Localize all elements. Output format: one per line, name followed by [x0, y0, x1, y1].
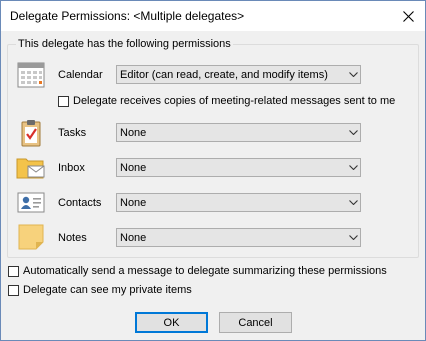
- private-items-checkbox-row[interactable]: Delegate can see my private items: [8, 284, 192, 296]
- chevron-down-icon: [346, 66, 360, 83]
- chevron-down-icon: [346, 124, 360, 141]
- title-bar: Delegate Permissions: <Multiple delegate…: [1, 1, 425, 31]
- contacts-label: Contacts: [58, 197, 102, 209]
- auto-summary-checkbox-row[interactable]: Automatically send a message to delegate…: [8, 265, 387, 277]
- chevron-down-icon: [346, 159, 360, 176]
- cancel-button[interactable]: Cancel: [219, 312, 292, 333]
- meeting-copies-label: Delegate receives copies of meeting-rela…: [73, 95, 396, 107]
- dialog-title: Delegate Permissions: <Multiple delegate…: [10, 9, 245, 23]
- tasks-label: Tasks: [58, 127, 87, 139]
- private-items-label: Delegate can see my private items: [23, 284, 192, 296]
- contact-card-icon: [15, 186, 47, 218]
- contacts-permission-value: None: [120, 196, 147, 209]
- auto-summary-label: Automatically send a message to delegate…: [23, 265, 387, 277]
- permissions-group-label: This delegate has the following permissi…: [16, 38, 233, 50]
- meeting-copies-checkbox[interactable]: [58, 95, 69, 107]
- private-items-checkbox[interactable]: [8, 284, 19, 296]
- contacts-permission-dropdown[interactable]: None: [116, 193, 361, 212]
- notes-permission-dropdown[interactable]: None: [116, 228, 361, 247]
- delegate-permissions-dialog: Delegate Permissions: <Multiple delegate…: [0, 0, 426, 341]
- chevron-down-icon: [346, 229, 360, 246]
- auto-summary-checkbox[interactable]: [8, 265, 19, 277]
- inbox-permission-dropdown[interactable]: None: [116, 158, 361, 177]
- close-icon: [402, 10, 414, 22]
- calendar-permission-dropdown[interactable]: Editor (can read, create, and modify ite…: [116, 65, 361, 84]
- tasks-permission-value: None: [120, 126, 147, 139]
- inbox-permission-value: None: [120, 161, 147, 174]
- chevron-down-icon: [346, 194, 360, 211]
- tasks-clipboard-icon: [15, 117, 47, 149]
- calendar-icon: [15, 59, 47, 91]
- calendar-label: Calendar: [58, 69, 103, 81]
- notes-permission-value: None: [120, 231, 147, 244]
- inbox-label: Inbox: [58, 162, 85, 174]
- notes-label: Notes: [58, 232, 87, 244]
- sticky-note-icon: [15, 221, 47, 253]
- ok-button[interactable]: OK: [135, 312, 208, 333]
- calendar-permission-value: Editor (can read, create, and modify ite…: [120, 68, 328, 81]
- tasks-permission-dropdown[interactable]: None: [116, 123, 361, 142]
- inbox-folder-icon: [15, 151, 47, 183]
- close-button[interactable]: [391, 1, 425, 31]
- meeting-copies-checkbox-row[interactable]: Delegate receives copies of meeting-rela…: [58, 95, 395, 107]
